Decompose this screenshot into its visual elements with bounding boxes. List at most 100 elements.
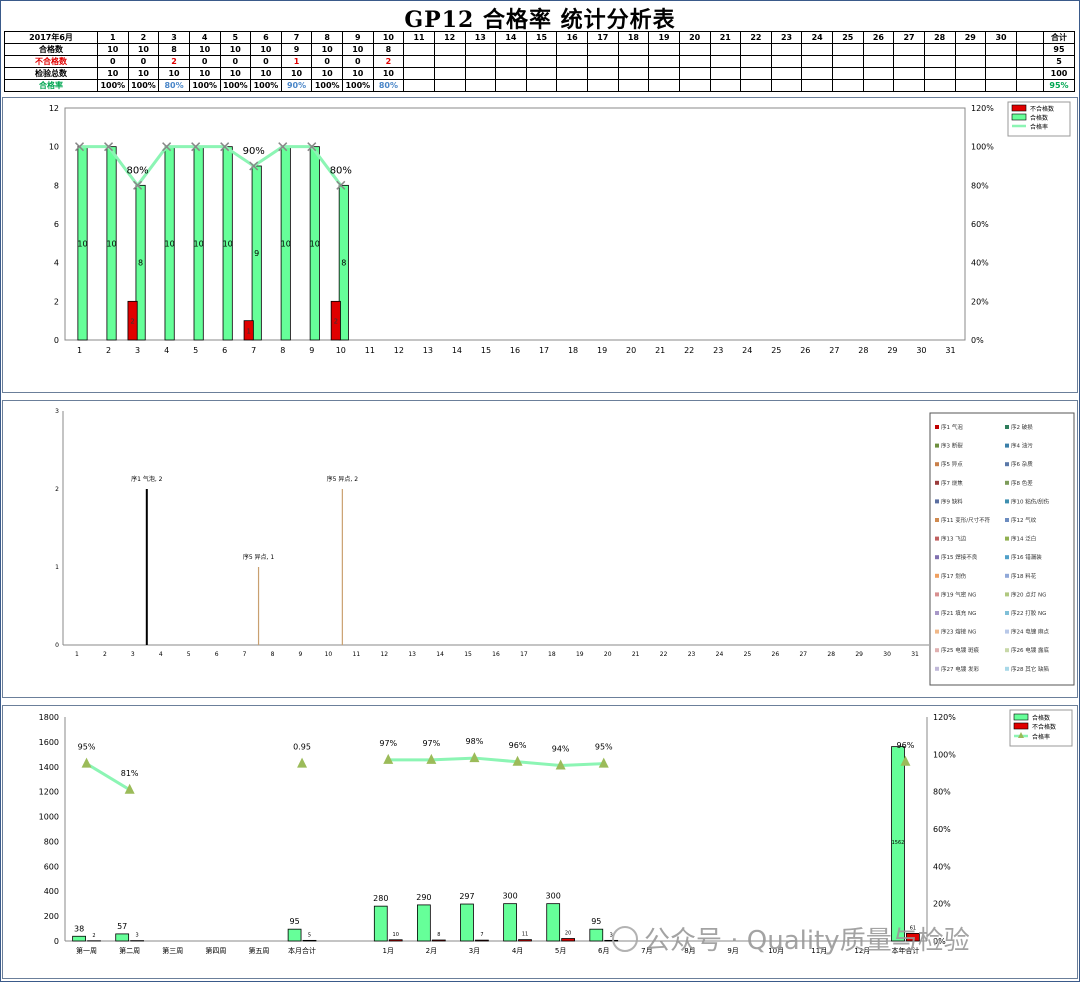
y-tick-label: 0 [55,642,59,649]
x-tick-label: 27 [829,346,839,355]
summary-cell [433,43,466,56]
legend-label: 序17 划伤 [941,572,967,580]
legend-label: 序16 错漏装 [1011,553,1042,561]
pass-bar-label: 10 [77,239,87,248]
summary-row: 检验总数 10 10 10 10 10 10 10 10 10 10 100 [4,67,1075,80]
legend-swatch [935,518,939,522]
summary-cell [770,43,803,56]
y2-tick-label: 40% [933,862,951,871]
summary-cell [495,67,527,80]
x-tick-label: 15 [481,346,491,355]
x-tick-label: 1月 [383,947,394,955]
legend-swatch [1005,666,1009,671]
legend-swatch [1005,555,1009,560]
spacer-cell [1016,43,1044,56]
pass-bar [503,903,517,942]
y2-tick-label: 40% [971,259,989,268]
day-header: 20 [678,31,711,44]
x-tick-label: 2 [106,346,111,355]
legend-label: 不合格数 [1032,723,1056,731]
summary-cell [617,43,650,56]
legend-label: 序18 料花 [1011,572,1037,580]
daily-pass-chart-panel: 0 2 4 6 8 10 12 0% 20% 40% 60% 80% 100% 120% 1 2 3 4 5 6 7 8 9… [2,97,1078,393]
x-tick-label: 19 [597,346,607,355]
summary-cell [893,55,925,68]
x-tick-label: 1 [77,346,82,355]
summary-cell [678,55,711,68]
pass-bar-label: 297 [459,892,474,901]
summary-cell [740,43,772,56]
summary-cell: 100% [97,79,129,92]
y-tick-label: 0 [54,937,59,946]
fail-bar-label: 7 [480,932,483,938]
x-tick-label: 23 [688,651,696,658]
legend-box [929,412,1075,686]
row-label: 检验总数 [4,67,98,80]
summary-cell [985,43,1017,56]
legend-swatch [1005,518,1009,522]
x-tick-label: 13 [423,346,433,355]
pass-bar-label: 280 [373,894,388,903]
summary-cell [556,55,588,68]
x-tick-label: 12 [380,651,388,658]
y2-tick-label: 120% [933,713,956,722]
x-tick-label: 16 [510,346,520,355]
x-tick-label: 7 [251,346,256,355]
y2-tick-label: 120% [971,104,994,113]
legend-label: 序7 烧焦 [941,479,963,487]
pass-bar-label: 10 [310,239,320,248]
fail-bar-label: 2 [334,318,338,326]
summary-cell [801,43,833,56]
day-header: 30 [985,31,1017,44]
row-total: 95 [1043,43,1075,56]
day-header: 13 [464,31,497,44]
y-tick-label: 2 [55,486,59,493]
x-tick-label: 11 [365,346,375,355]
x-tick-label: 第四周 [205,946,226,955]
summary-cell: 10 [188,43,221,56]
summary-cell: 0 [97,55,129,68]
x-tick-label: 16 [492,651,500,658]
summary-cell [770,79,803,92]
rate-marker [297,757,308,768]
day-header: 5 [219,31,252,44]
x-tick-label: 25 [771,346,781,355]
summary-cell: 10 [97,43,129,56]
x-tick-label: 21 [655,346,665,355]
legend-swatch [1005,425,1009,429]
summary-cell [740,79,772,92]
watermark-text: 公众号 · Quality质量与检验 [644,926,970,956]
x-tick-label: 第五周 [248,946,269,955]
legend-label: 不合格数 [1030,105,1054,113]
summary-cell: 10 [342,67,374,80]
x-tick-label: 29 [887,346,897,355]
legend-label: 序6 杂质 [1011,460,1033,468]
legend-label: 序25 电镀 斑痕 [941,646,979,654]
legend-label: 合格率 [1030,123,1048,131]
y-tick-label: 12 [49,104,59,113]
pass-bar-label: 10 [194,239,204,248]
legend-swatch [1005,499,1009,504]
x-tick-label: 第三周 [162,946,183,955]
spacer-cell [1016,55,1044,68]
spacer-cell [1016,79,1044,92]
x-tick-label: 18 [568,346,578,355]
rate-label: 80% [330,165,352,176]
summary-cell [923,43,956,56]
day-header: 21 [709,31,742,44]
row-total: 95% [1043,79,1075,92]
legend-swatch [935,555,939,560]
summary-cell: 0 [219,55,252,68]
legend-swatch [935,611,939,615]
legend-swatch [1005,629,1009,634]
x-tick-label: 26 [800,346,810,355]
summary-cell: 10 [250,43,282,56]
rate-label: 95% [78,743,96,752]
summary-cell: 8 [158,43,190,56]
row-label: 合格率 [4,79,98,92]
pass-bar-label: 10 [165,239,175,248]
x-tick-label: 30 [883,651,891,658]
y2-tick-label: 60% [933,825,951,834]
rate-label: 97% [379,739,397,748]
summary-cell [403,79,435,92]
